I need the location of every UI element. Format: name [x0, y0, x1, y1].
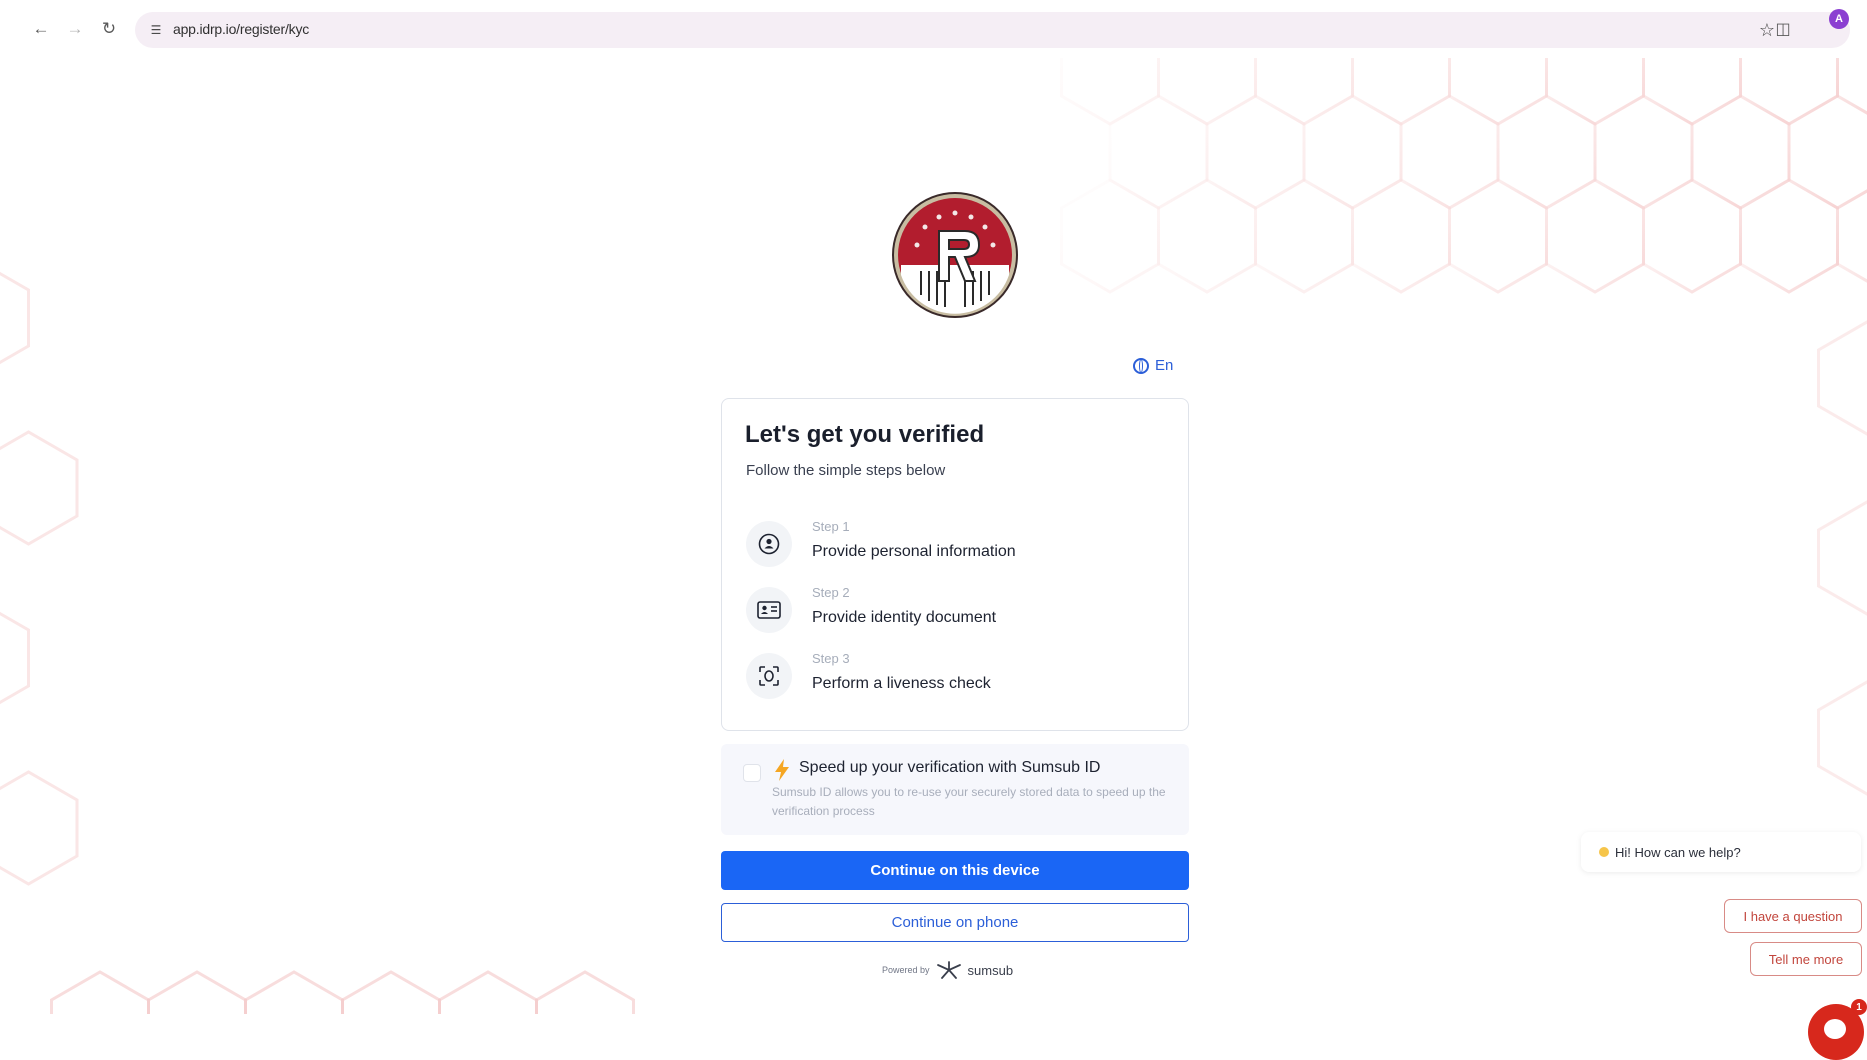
hexagon-shape: [343, 972, 440, 1014]
chat-option-question[interactable]: I have a question: [1724, 899, 1862, 933]
hexagon-shape: [1062, 58, 1159, 124]
hexagon-shape: [1062, 180, 1159, 292]
hexagon-shape: [1401, 96, 1498, 208]
browser-toolbar: ← → ↻ ☰ app.idrp.io/register/kyc ☆ ◫ A: [0, 0, 1867, 58]
step-number: Step 3: [812, 651, 850, 666]
extensions-icon[interactable]: ◫: [1770, 16, 1796, 42]
hexagon-shape: [1304, 96, 1401, 208]
page-content: En Let's get you verified Follow the sim…: [0, 58, 1867, 1014]
hexagon-shape: [1547, 180, 1644, 292]
language-label: En: [1155, 357, 1173, 374]
url-text[interactable]: app.idrp.io/register/kyc: [173, 21, 309, 37]
step-item: Step 1 Provide personal information: [746, 519, 1166, 571]
hexagon-shape: [1819, 322, 1867, 434]
verification-card: Let's get you verified Follow the simple…: [721, 398, 1189, 731]
card-title: Let's get you verified: [745, 421, 984, 449]
sumsub-id-description: Sumsub ID allows you to re-use your secu…: [772, 783, 1172, 821]
hexagon-shape: [1789, 96, 1867, 208]
face-scan-icon: [746, 653, 792, 699]
step-label: Provide personal information: [812, 543, 1016, 561]
forward-icon[interactable]: →: [62, 16, 88, 42]
chat-greeting-text: Hi! How can we help?: [1615, 845, 1741, 860]
hexagon-shape: [1644, 58, 1741, 124]
id-card-icon: [746, 587, 792, 633]
step-number: Step 2: [812, 585, 850, 600]
sumsub-brand: sumsub: [968, 963, 1014, 978]
hexagon-shape: [246, 972, 343, 1014]
hexagon-shape: [1353, 58, 1450, 124]
hexagon-shape: [1838, 180, 1867, 292]
hexagon-shape: [1741, 58, 1838, 124]
hexagon-shape: [1547, 58, 1644, 124]
continue-on-device-button[interactable]: Continue on this device: [721, 851, 1189, 890]
hexagon-shape: [1838, 58, 1867, 124]
profile-avatar[interactable]: A: [1829, 9, 1849, 29]
hexagon-shape: [1353, 180, 1450, 292]
hexagon-shape: [1159, 58, 1256, 124]
hexagon-shape: [1498, 96, 1595, 208]
hexagon-shape: [1692, 96, 1789, 208]
chat-option-tell-more[interactable]: Tell me more: [1750, 942, 1862, 976]
hexagon-shape: [1450, 58, 1547, 124]
step-number: Step 1: [812, 519, 850, 534]
hexagon-shape: [1256, 180, 1353, 292]
wave-emoji-icon: [1599, 847, 1609, 857]
hexagon-shape: [1819, 502, 1867, 614]
hexagon-shape: [1450, 180, 1547, 292]
chat-unread-badge: 1: [1851, 999, 1867, 1015]
hexagon-shape: [1819, 682, 1867, 794]
sumsub-logo-icon: [936, 961, 962, 979]
reload-icon[interactable]: ↻: [96, 16, 122, 42]
powered-by-label: Powered by: [882, 965, 930, 975]
step-item: Step 3 Perform a liveness check: [746, 651, 1166, 703]
site-info-icon[interactable]: ☰: [147, 21, 165, 39]
sumsub-id-checkbox[interactable]: [743, 764, 761, 782]
back-icon[interactable]: ←: [28, 16, 54, 42]
hexagon-shape: [149, 972, 246, 1014]
hexagon-shape: [1644, 180, 1741, 292]
step-label: Provide identity document: [812, 609, 996, 627]
hexagon-shape: [440, 972, 537, 1014]
idrp-logo: [891, 191, 1019, 319]
hexagon-shape: [0, 772, 77, 884]
sumsub-id-title: Speed up your verification with Sumsub I…: [799, 759, 1100, 777]
card-subtitle: Follow the simple steps below: [746, 462, 945, 479]
address-bar[interactable]: ☰ app.idrp.io/register/kyc ☆: [135, 12, 1850, 48]
hexagon-shape: [0, 262, 29, 374]
person-icon: [746, 521, 792, 567]
chat-bubble-icon: [1824, 1019, 1846, 1039]
powered-by-sumsub[interactable]: Powered by sumsub: [882, 961, 1013, 979]
hexagon-shape: [1110, 96, 1207, 208]
hexagon-shape: [0, 432, 77, 544]
hexagon-shape: [537, 972, 634, 1014]
chat-greeting: Hi! How can we help?: [1581, 832, 1861, 872]
language-selector[interactable]: En: [1133, 357, 1173, 374]
hexagon-shape: [1256, 58, 1353, 124]
hexagon-shape: [1595, 96, 1692, 208]
step-item: Step 2 Provide identity document: [746, 585, 1166, 637]
continue-on-phone-button[interactable]: Continue on phone: [721, 903, 1189, 942]
hexagon-shape: [1741, 180, 1838, 292]
hexagon-shape: [1159, 180, 1256, 292]
step-label: Perform a liveness check: [812, 675, 991, 693]
globe-icon: [1133, 358, 1149, 374]
hexagon-shape: [0, 602, 29, 714]
hexagon-shape: [52, 972, 149, 1014]
sumsub-id-panel: Speed up your verification with Sumsub I…: [721, 744, 1189, 835]
hexagon-shape: [1207, 96, 1304, 208]
lightning-icon: [773, 758, 791, 782]
